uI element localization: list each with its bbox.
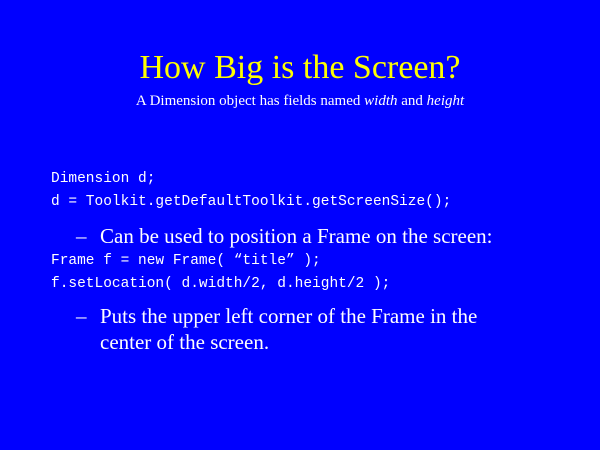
- code-line: Dimension d;: [51, 171, 156, 187]
- bullet-text: Can be used to position a Frame on the s…: [100, 224, 493, 248]
- slide: How Big is the Screen? A Dimension objec…: [0, 0, 600, 450]
- bullet-item: – Puts the upper left corner of the Fram…: [76, 303, 477, 355]
- subtitle-em-height: height: [426, 93, 465, 109]
- subtitle-mid: and: [397, 93, 427, 109]
- bullet-dash: –: [76, 304, 87, 328]
- bullet-item: – Can be used to position a Frame on the…: [76, 223, 493, 249]
- bullet-text-line-1: Puts the upper left corner of the Frame …: [100, 304, 478, 328]
- code-line: Frame f = new Frame( “title” );: [51, 253, 321, 269]
- bullet-dash: –: [76, 224, 87, 248]
- bullet-text-line-2: center of the screen.: [100, 330, 270, 354]
- code-line: f.setLocation( d.width/2, d.height/2 );: [51, 276, 391, 292]
- slide-title: How Big is the Screen?: [139, 49, 461, 86]
- subtitle-prefix: A Dimension object has fields named: [135, 93, 365, 109]
- subtitle-em-width: width: [364, 93, 398, 109]
- code-line: d = Toolkit.getDefaultToolkit.getScreenS…: [51, 194, 452, 210]
- slide-subtitle: A Dimension object has fields named widt…: [0, 92, 600, 110]
